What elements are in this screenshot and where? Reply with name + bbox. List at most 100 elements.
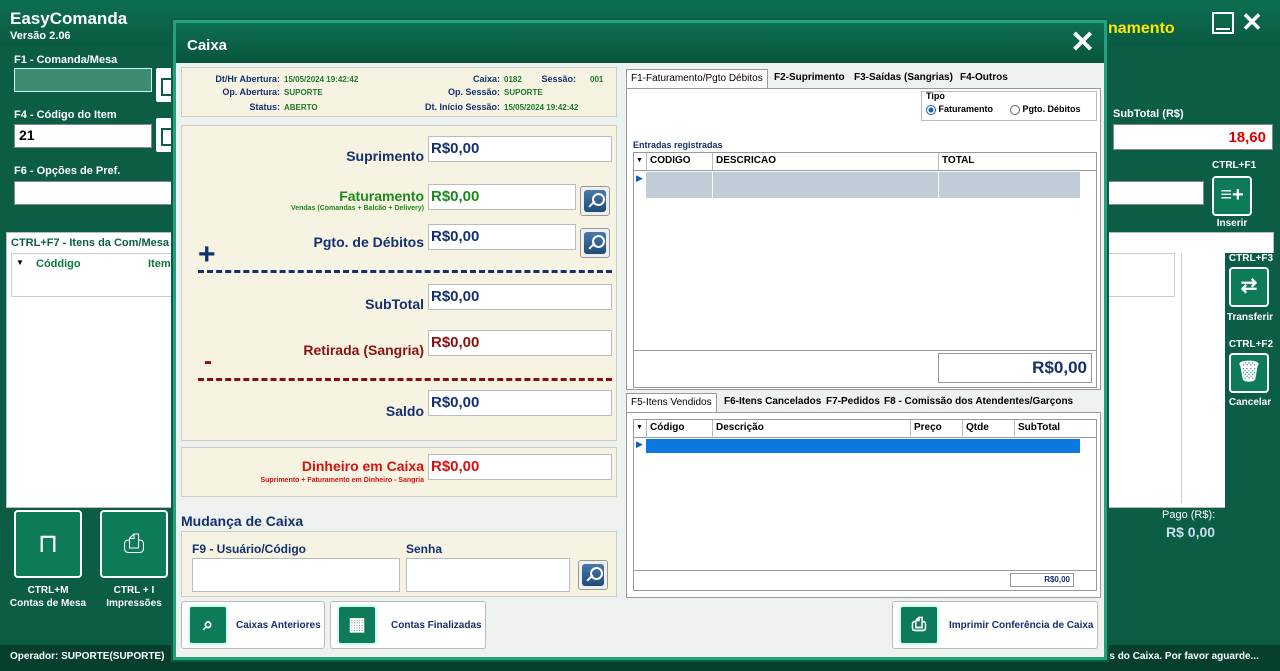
entries-column-menu-icon[interactable]: ▼ (634, 153, 646, 171)
password-label: Senha (406, 542, 443, 556)
table-row[interactable] (646, 172, 1080, 198)
cash-sub-label: Suprimento + Faturamento em Dinheiro - S… (260, 477, 424, 484)
status-label: Status: (249, 102, 280, 112)
insert-shortcut: CTRL+F1 (1212, 160, 1257, 171)
order-items-caption: CTRL+F7 - Itens da Com/Mesa (11, 237, 170, 249)
tab-commission[interactable]: F8 - Comissão dos Atendentes/Garçons (880, 393, 1077, 413)
column-header-code[interactable]: Códdigo (36, 258, 81, 270)
sold-col-subtotal[interactable]: SubTotal (1014, 420, 1080, 438)
cash-panel: Dinheiro em Caixa Suprimento + Faturamen… (181, 447, 617, 497)
status-badge: ABERTO (284, 103, 318, 112)
cancel-shortcut: CTRL+F2 (1228, 339, 1274, 350)
transfer-label: Transferir (1226, 312, 1274, 323)
entries-total: R$0,00 (938, 353, 1092, 383)
entries-grid[interactable]: ▼ CODIGO DESCRICAO TOTAL ▶ R$0,00 (633, 152, 1097, 388)
billing-tab-panel: Tipo Faturamento Pgto. Débitos Entradas … (626, 88, 1101, 390)
item-code-input[interactable]: 21 (14, 124, 152, 148)
preferences-label: F6 - Opções de Pref. (14, 165, 121, 177)
radio-billing[interactable]: Faturamento (926, 104, 993, 115)
register-search-icon: ⌕ (188, 605, 228, 645)
cancel-label: Cancelar (1228, 397, 1272, 408)
dialog-title-bar: Caixa ✕ (176, 23, 1104, 63)
tab-sold-items[interactable]: F5-Itens Vendidos (626, 393, 717, 413)
entries-col-total[interactable]: TOTAL (938, 153, 1080, 171)
close-app-icon[interactable]: ✕ (1241, 9, 1263, 35)
minimize-icon[interactable] (1212, 12, 1234, 34)
session-info: Dt/Hr Abertura: 15/05/2024 19:42:42 Op. … (181, 67, 617, 117)
order-entry-panel: F1 - Comanda/Mesa F4 - Código do Item 21… (6, 46, 177, 232)
column-header-item[interactable]: Item (148, 258, 171, 270)
register-label: Caixa: (472, 74, 500, 84)
sold-column-menu-icon[interactable]: ▼ (634, 420, 646, 438)
preferences-input[interactable] (14, 181, 174, 205)
row-indicator-icon: ▶ (636, 173, 643, 183)
sold-total: R$0,00 (1010, 573, 1074, 587)
sold-items-panel: ▼ Código Descrição Preço Qtde SubTotal ▶… (626, 412, 1101, 598)
subtotal-panel: SubTotal (R$) 18,60 CTRL+F1 ≡+ Inserir (1106, 46, 1280, 232)
comanda-input[interactable] (14, 68, 152, 92)
print-icon[interactable]: ⎙ (100, 510, 168, 578)
user-code-input[interactable] (192, 558, 400, 592)
transfer-shortcut: CTRL+F3 (1228, 253, 1274, 264)
table-row[interactable] (646, 439, 1080, 453)
paid-label: Pago (R$): (1162, 509, 1216, 521)
opening-operator-label: Op. Abertura: (222, 87, 280, 97)
tab-orders[interactable]: F7-Pedidos (822, 393, 884, 413)
entries-grid-header: ▼ CODIGO DESCRICAO TOTAL (634, 153, 1096, 171)
change-register-confirm-icon[interactable] (578, 560, 608, 590)
radio-debts-icon[interactable] (1010, 104, 1020, 115)
entries-col-description[interactable]: DESCRICAO (712, 153, 938, 171)
tab-billing[interactable]: F1-Faturamento/Pgto Débitos (626, 69, 768, 89)
close-icon[interactable]: ✕ (1070, 26, 1095, 60)
column-menu-icon[interactable]: ▼ (16, 258, 24, 267)
user-code-label: F9 - Usuário/Código (192, 542, 306, 556)
minus-sign: - (204, 348, 212, 375)
radio-billing-icon[interactable] (926, 104, 936, 115)
print-report-button[interactable]: ⎙ Imprimir Conferência de Caixa (892, 601, 1098, 649)
supply-label: Suprimento (346, 148, 424, 164)
entries-col-code[interactable]: CODIGO (646, 153, 712, 171)
cash-field: R$0,00 (428, 454, 612, 480)
trash-icon[interactable]: 🗑 (1229, 353, 1269, 393)
sold-col-description[interactable]: Descrição (712, 420, 910, 438)
session-start-label: Dt. Início Sessão: (424, 102, 500, 112)
finalized-accounts-label: Contas Finalizadas (391, 620, 482, 631)
withdrawal-label: Retirada (Sangria) (303, 342, 424, 358)
app-title: EasyComanda (10, 9, 128, 28)
paid-value: R$ 0,00 (1166, 524, 1216, 540)
plus-divider (198, 270, 612, 273)
sold-items-grid[interactable]: ▼ Código Descrição Preço Qtde SubTotal ▶… (633, 419, 1097, 591)
insert-icon[interactable]: ≡+ (1212, 176, 1252, 216)
debt-payment-label: Pgto. de Débitos (313, 234, 424, 250)
tab-others[interactable]: F4-Outros (956, 69, 1012, 89)
subtotal-field: R$0,00 (428, 284, 612, 310)
tab-cancelled-items[interactable]: F6-Itens Cancelados (720, 393, 825, 413)
totals-panel: Suprimento R$0,00 Faturamento Vendas (Co… (181, 125, 617, 441)
debt-search-icon[interactable] (580, 228, 610, 258)
billing-sub-label: Vendas (Comandas + Balcão + Delivery) (290, 205, 424, 212)
debt-payment-field: R$0,00 (428, 224, 576, 250)
tab-supply[interactable]: F2-Suprimento (770, 69, 849, 89)
previous-registers-button[interactable]: ⌕ Caixas Anteriores (181, 601, 325, 649)
balance-label: Saldo (385, 403, 424, 419)
subtotal-value: 18,60 (1113, 124, 1273, 150)
sold-col-price[interactable]: Preço (910, 420, 962, 438)
password-input[interactable] (406, 558, 570, 592)
app-version: Versão 2.06 (10, 30, 71, 42)
tables-label: Contas de Mesa (9, 598, 87, 609)
subtotal-label: SubTotal (R$) (1113, 108, 1184, 120)
transfer-icon[interactable]: ⇄ (1229, 267, 1269, 307)
billing-search-icon[interactable] (580, 186, 610, 216)
sold-col-qty[interactable]: Qtde (962, 420, 1014, 438)
supply-field: R$0,00 (428, 136, 612, 162)
extra-input[interactable] (1106, 181, 1204, 205)
finalized-accounts-button[interactable]: ▦ Contas Finalizadas (330, 601, 486, 649)
table-icon[interactable]: ⊓ (14, 510, 82, 578)
tab-withdrawals[interactable]: F3-Saídas (Sangrias) (850, 69, 957, 89)
change-register-title: Mudança de Caixa (181, 513, 304, 529)
subtotal-label: SubTotal (365, 296, 424, 312)
type-label: Tipo (926, 91, 945, 101)
sold-col-code[interactable]: Código (646, 420, 712, 438)
scroll-area[interactable] (1181, 253, 1225, 503)
radio-debts[interactable]: Pgto. Débitos (1010, 104, 1081, 115)
